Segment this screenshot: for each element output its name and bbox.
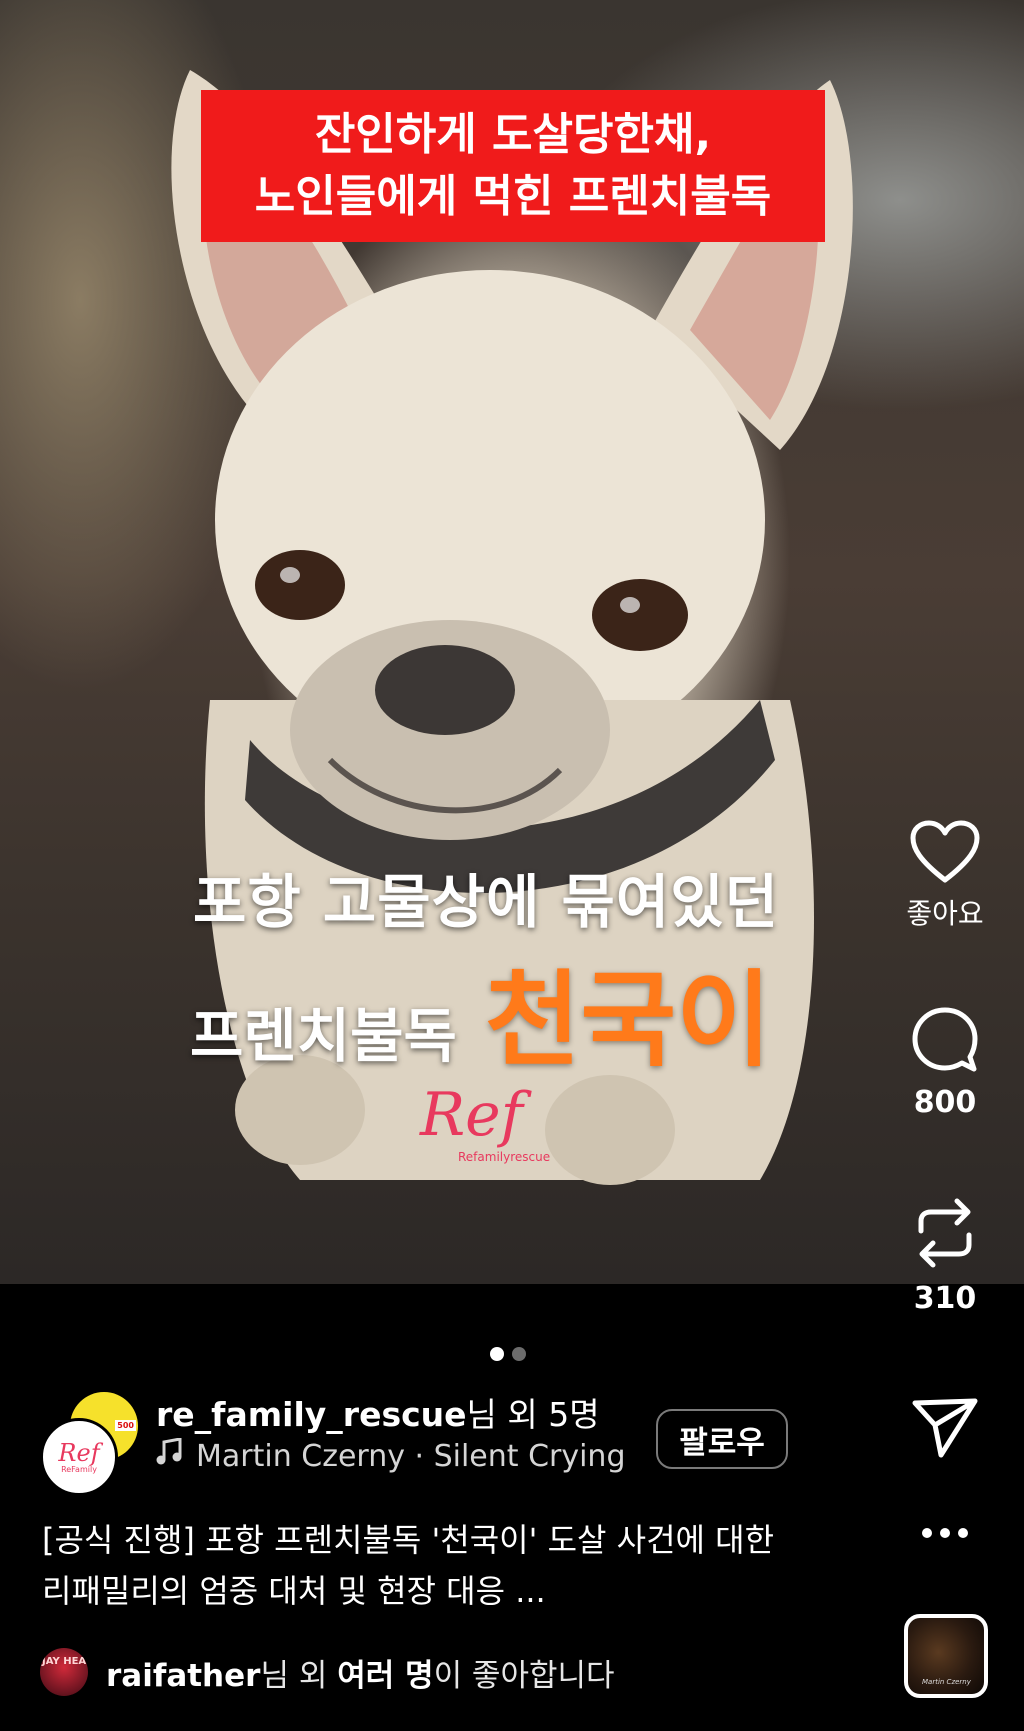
watermark-subtext: Refamilyrescue xyxy=(458,1150,551,1164)
comment-button[interactable]: 800 xyxy=(880,1005,1010,1120)
more-dots-icon xyxy=(922,1528,968,1538)
repost-count: 310 xyxy=(913,1281,977,1316)
banner-line-1: 잔인하게 도살당한채, xyxy=(314,109,712,160)
author-username[interactable]: re_family_rescue xyxy=(156,1395,467,1434)
share-button[interactable] xyxy=(880,1395,1010,1459)
author-line: re_family_rescue님 외 5명 xyxy=(156,1388,600,1436)
liked-by-others[interactable]: 여러 명 xyxy=(337,1658,433,1694)
overlay-caption-dog-name: 천국이 xyxy=(484,959,772,1081)
music-note-icon xyxy=(156,1437,182,1474)
post-caption-line-2: 리패밀리의 엄중 대처 및 현장 대응 ... xyxy=(42,1572,546,1610)
send-icon xyxy=(912,1398,978,1458)
liked-by-mid: 님 외 xyxy=(260,1657,338,1694)
post-caption-line-1: [공식 진행] 포항 프렌치불독 '천국이' 도살 사건에 대한 xyxy=(42,1521,775,1559)
music-track-text: Martin Czerny · Silent Crying xyxy=(196,1438,626,1474)
carousel-indicator xyxy=(490,1347,526,1361)
post-media[interactable]: 잔인하게 도살당한채, 노인들에게 먹힌 프렌치불독 포항 고물상에 묶여있던 … xyxy=(0,0,1024,1284)
liked-by-row[interactable]: JAY HEA raifather님 외 여러 명이 좋아합니다 xyxy=(40,1648,615,1696)
author-avatar-subtext: ReFamily xyxy=(61,1464,97,1474)
repost-icon xyxy=(918,1198,972,1268)
post-caption[interactable]: [공식 진행] 포항 프렌치불독 '천국이' 도살 사건에 대한 리패밀리의 엄… xyxy=(42,1515,872,1617)
repost-button[interactable]: 310 xyxy=(880,1195,1010,1316)
overlay-caption-breed: 프렌치불독 xyxy=(190,1002,457,1070)
liker-username[interactable]: raifather xyxy=(106,1658,260,1694)
more-options-button[interactable] xyxy=(880,1518,1010,1548)
liker-avatar-text: JAY HEA xyxy=(42,1656,87,1667)
banner-line-2: 노인들에게 먹힌 프렌치불독 xyxy=(254,171,772,222)
author-avatar[interactable]: Ref ReFamily xyxy=(40,1418,118,1496)
title-banner: 잔인하게 도살당한채, 노인들에게 먹힌 프렌치불독 xyxy=(201,90,825,242)
audio-thumbnail[interactable]: Martin Czerny xyxy=(904,1614,988,1698)
liked-by-text: raifather님 외 여러 명이 좋아합니다 xyxy=(106,1650,615,1695)
audio-thumbnail-text: Martin Czerny xyxy=(922,1678,971,1686)
carousel-dot-active[interactable] xyxy=(490,1347,504,1361)
comment-bubble-icon xyxy=(912,1007,978,1072)
liker-avatar: JAY HEA xyxy=(40,1648,88,1696)
watermark-logo: Ref xyxy=(420,1080,523,1150)
carousel-dot[interactable] xyxy=(512,1347,526,1361)
like-button[interactable]: 좋아요 xyxy=(880,820,1010,932)
author-collab-suffix[interactable]: 님 외 5명 xyxy=(467,1395,600,1434)
overlay-caption-line-1: 포항 고물상에 묶여있던 xyxy=(193,868,779,936)
heart-icon xyxy=(910,820,980,883)
author-avatar-logo: Ref xyxy=(58,1438,100,1467)
collaborator-avatar-badge: 500 xyxy=(115,1420,136,1431)
like-label: 좋아요 xyxy=(906,897,984,930)
comment-count: 800 xyxy=(913,1085,977,1120)
overlay-caption-line-2: 프렌치불독 천국이 xyxy=(190,935,772,1086)
follow-button[interactable]: 팔로우 xyxy=(656,1409,788,1469)
liked-by-end: 이 좋아합니다 xyxy=(433,1657,615,1694)
music-info[interactable]: Martin Czerny · Silent Crying xyxy=(156,1437,626,1474)
